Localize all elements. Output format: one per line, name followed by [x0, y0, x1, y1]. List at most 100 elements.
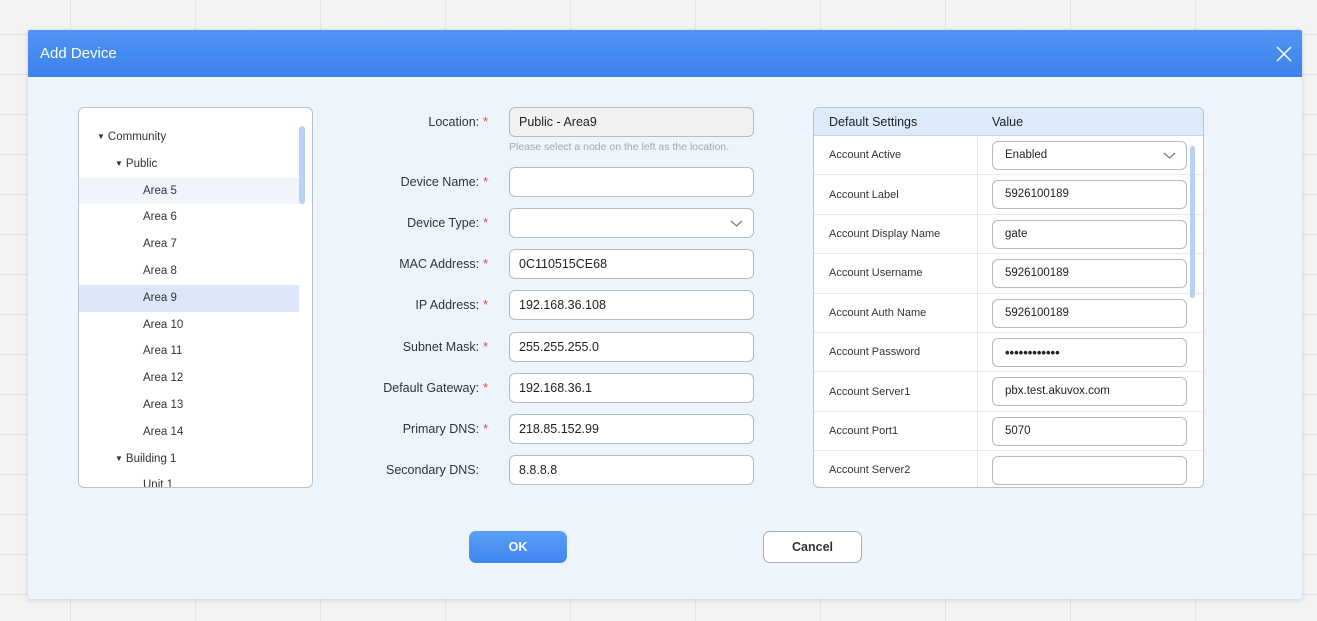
- cancel-button[interactable]: Cancel: [763, 531, 862, 563]
- location-label: Location: *: [428, 107, 488, 137]
- table-row: Account Display Name gate: [814, 214, 1203, 255]
- caret-down-icon[interactable]: ▼: [115, 159, 123, 168]
- tree-node-label: Unit 1: [143, 479, 174, 488]
- required-mark: *: [483, 257, 488, 271]
- tree-node-label: Area 14: [143, 425, 184, 438]
- device-name-label: Device Name: *: [401, 167, 488, 197]
- setting-name: Account Label: [814, 175, 978, 214]
- tree-node-area-10[interactable]: Area 10: [79, 312, 299, 339]
- secondary-dns-row: Secondary DNS:* 8.8.8.8: [368, 455, 758, 485]
- tree-node-area-7[interactable]: Area 7: [79, 231, 299, 258]
- tree-node-area-14[interactable]: Area 14: [79, 419, 299, 446]
- setting-name: Account Port1: [814, 411, 978, 451]
- label-text: Location:: [428, 115, 480, 129]
- table-row: Account Label 5926100189: [814, 175, 1203, 215]
- mac-address-row: MAC Address: * 0C110515CE68: [368, 249, 758, 279]
- setting-name: Account Password: [814, 332, 978, 372]
- tree-scrollbar[interactable]: [299, 126, 305, 204]
- device-name-row: Device Name: *: [368, 167, 758, 197]
- tree-node-area-9[interactable]: Area 9: [79, 284, 299, 312]
- required-mark: *: [483, 381, 488, 395]
- tree-node-area-8[interactable]: Area 8: [79, 258, 299, 285]
- tree-node-unit-1[interactable]: Unit 1: [79, 472, 299, 488]
- location-row: Location: * Public - Area9: [368, 107, 758, 137]
- ip-address-label: IP Address: *: [415, 290, 488, 320]
- device-type-row: Device Type: *: [368, 208, 758, 238]
- add-device-dialog: Add Device ▼ Community ▼ Public Area 5 Are…: [28, 30, 1302, 599]
- ok-button[interactable]: OK: [469, 531, 567, 563]
- device-type-select[interactable]: [509, 208, 754, 238]
- table-row: Account Server1 pbx.test.akuvox.com: [814, 372, 1203, 412]
- primary-dns-input[interactable]: 218.85.152.99: [509, 414, 754, 444]
- tree-node-label: Area 6: [143, 211, 177, 224]
- table-header: Default Settings Value: [814, 108, 1203, 136]
- caret-down-icon[interactable]: ▼: [115, 454, 123, 463]
- close-icon[interactable]: [1272, 42, 1296, 66]
- tree-node-area-11[interactable]: Area 11: [79, 338, 299, 365]
- tree-list: ▼ Community ▼ Public Area 5 Area 6 Area 7 …: [79, 124, 299, 488]
- table-row: Account Password ••••••••••••: [814, 332, 1203, 373]
- chevron-down-icon: [730, 220, 743, 227]
- secondary-dns-label: Secondary DNS:*: [386, 455, 488, 485]
- caret-down-icon[interactable]: ▼: [97, 132, 105, 141]
- account-password-input[interactable]: ••••••••••••: [992, 337, 1187, 367]
- tree-node-label: Public: [125, 157, 158, 170]
- header-default-settings: Default Settings: [829, 114, 918, 129]
- account-server1-input[interactable]: pbx.test.akuvox.com: [992, 377, 1187, 407]
- setting-name: Account Username: [814, 254, 978, 293]
- primary-dns-row: Primary DNS: * 218.85.152.99: [368, 414, 758, 444]
- location-field: Public - Area9: [509, 107, 754, 137]
- tree-node-label: Area 8: [143, 264, 177, 277]
- account-active-select[interactable]: Enabled: [992, 141, 1187, 170]
- label-text: MAC Address:: [399, 257, 480, 271]
- device-name-input[interactable]: [509, 167, 754, 197]
- default-gateway-label: Default Gateway: *: [383, 373, 488, 403]
- table-row: Account Server2: [814, 451, 1203, 487]
- tree-node-building-1[interactable]: ▼ Building 1: [79, 446, 299, 473]
- label-text: Default Gateway:: [383, 381, 480, 395]
- required-mark: *: [483, 298, 488, 312]
- required-mark: *: [483, 422, 488, 436]
- mac-address-label: MAC Address: *: [399, 249, 488, 279]
- tree-node-area-13[interactable]: Area 13: [79, 392, 299, 419]
- ip-address-input[interactable]: 192.168.36.108: [509, 290, 754, 320]
- tree-node-area-5[interactable]: Area 5: [79, 177, 299, 205]
- ip-address-row: IP Address: * 192.168.36.108: [368, 290, 758, 320]
- tree-node-label: Building 1: [125, 452, 177, 465]
- tree-node-label: Area 9: [143, 291, 177, 304]
- tree-node-public[interactable]: ▼ Public: [79, 151, 299, 178]
- tree-node-area-12[interactable]: Area 12: [79, 365, 299, 392]
- tree-node-area-6[interactable]: Area 6: [79, 204, 299, 231]
- secondary-dns-input[interactable]: 8.8.8.8: [509, 455, 754, 485]
- subnet-mask-row: Subnet Mask: * 255.255.255.0: [368, 332, 758, 362]
- label-text: Primary DNS:: [402, 422, 480, 436]
- table-row: Account Auth Name 5926100189: [814, 293, 1203, 333]
- subnet-mask-input[interactable]: 255.255.255.0: [509, 332, 754, 362]
- tree-node-label: Area 5: [143, 184, 177, 197]
- default-gateway-input[interactable]: 192.168.36.1: [509, 373, 754, 403]
- location-tree: ▼ Community ▼ Public Area 5 Area 6 Area 7 …: [78, 107, 313, 488]
- account-display-name-input[interactable]: gate: [992, 219, 1187, 249]
- location-hint: Please select a node on the left as the …: [509, 141, 730, 153]
- account-auth-name-input[interactable]: 5926100189: [992, 298, 1187, 328]
- required-mark: *: [483, 115, 488, 129]
- setting-name: Account Server2: [814, 451, 978, 487]
- settings-scrollbar[interactable]: [1190, 146, 1195, 298]
- required-mark: *: [483, 175, 488, 189]
- account-username-input[interactable]: 5926100189: [992, 259, 1187, 289]
- required-mark: *: [483, 340, 488, 354]
- setting-name: Account Active: [814, 136, 978, 175]
- chevron-down-icon: [1163, 152, 1176, 159]
- label-text: IP Address:: [415, 298, 480, 312]
- tree-node-community[interactable]: ▼ Community: [79, 124, 299, 151]
- default-gateway-row: Default Gateway: * 192.168.36.1: [368, 373, 758, 403]
- tree-node-label: Area 12: [143, 372, 184, 385]
- table-row: Account Username 5926100189: [814, 254, 1203, 294]
- label-text: Secondary DNS:: [386, 463, 480, 477]
- account-port1-input[interactable]: 5070: [992, 416, 1187, 446]
- required-mark: *: [483, 216, 488, 230]
- mac-address-input[interactable]: 0C110515CE68: [509, 249, 754, 279]
- subnet-mask-label: Subnet Mask: *: [403, 332, 488, 362]
- account-server2-input[interactable]: [992, 456, 1187, 486]
- account-label-input[interactable]: 5926100189: [992, 180, 1187, 210]
